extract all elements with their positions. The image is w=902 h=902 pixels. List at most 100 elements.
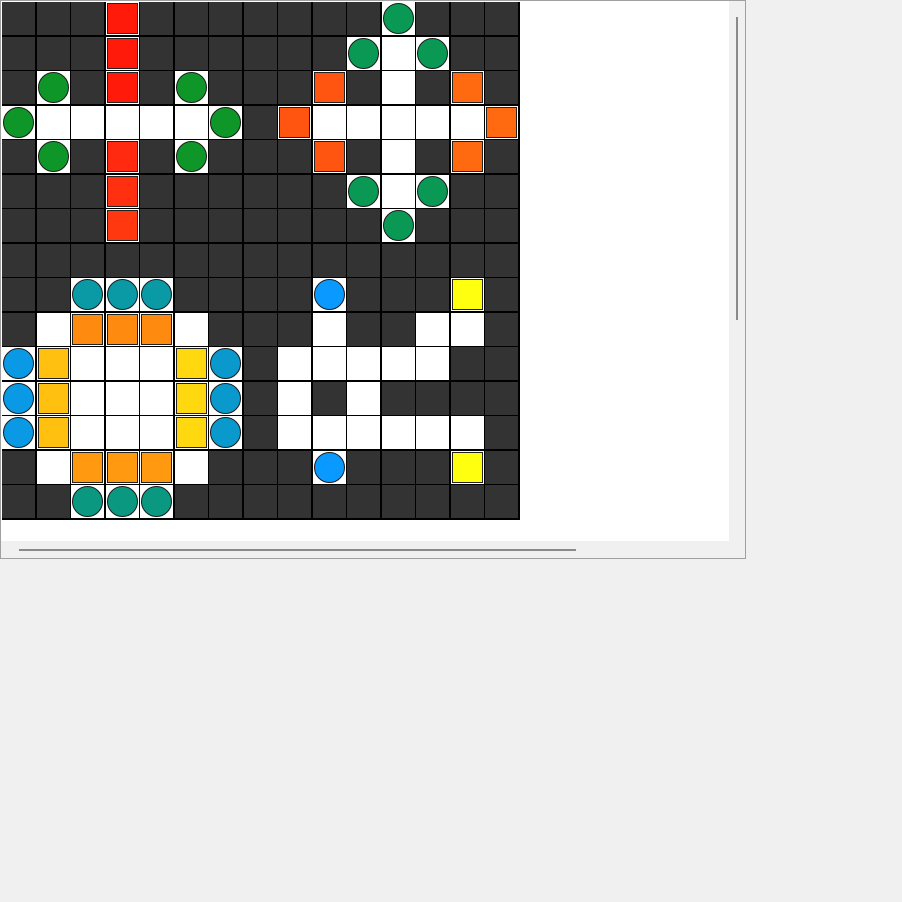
dark-cell[interactable] <box>244 278 277 311</box>
light-cell[interactable] <box>416 106 449 139</box>
light-cell[interactable] <box>313 313 346 346</box>
square-piece[interactable] <box>452 452 483 483</box>
light-cell[interactable] <box>175 140 208 173</box>
dark-cell[interactable] <box>313 2 346 35</box>
dark-cell[interactable] <box>244 451 277 484</box>
light-cell[interactable] <box>106 71 139 104</box>
dark-cell[interactable] <box>209 244 242 277</box>
light-cell[interactable] <box>106 313 139 346</box>
light-cell[interactable] <box>71 313 104 346</box>
circle-piece[interactable] <box>3 417 34 448</box>
dark-cell[interactable] <box>71 209 104 242</box>
light-cell[interactable] <box>485 106 518 139</box>
dark-cell[interactable] <box>347 71 380 104</box>
light-cell[interactable] <box>175 313 208 346</box>
square-piece[interactable] <box>107 314 138 345</box>
light-cell[interactable] <box>175 71 208 104</box>
dark-cell[interactable] <box>416 485 449 518</box>
light-cell[interactable] <box>347 106 380 139</box>
dark-cell[interactable] <box>175 485 208 518</box>
square-piece[interactable] <box>452 72 483 103</box>
light-cell[interactable] <box>106 209 139 242</box>
circle-piece[interactable] <box>72 279 103 310</box>
light-cell[interactable] <box>106 175 139 208</box>
dark-cell[interactable] <box>451 209 484 242</box>
light-cell[interactable] <box>313 278 346 311</box>
dark-cell[interactable] <box>244 106 277 139</box>
dark-cell[interactable] <box>175 2 208 35</box>
light-cell[interactable] <box>347 37 380 70</box>
dark-cell[interactable] <box>347 313 380 346</box>
dark-cell[interactable] <box>278 313 311 346</box>
dark-cell[interactable] <box>140 244 173 277</box>
dark-cell[interactable] <box>2 140 35 173</box>
dark-cell[interactable] <box>244 209 277 242</box>
circle-piece[interactable] <box>3 348 34 379</box>
square-piece[interactable] <box>38 417 69 448</box>
dark-cell[interactable] <box>485 209 518 242</box>
square-piece[interactable] <box>176 348 207 379</box>
light-cell[interactable] <box>416 347 449 380</box>
square-piece[interactable] <box>314 141 345 172</box>
dark-cell[interactable] <box>37 209 70 242</box>
dark-cell[interactable] <box>244 416 277 449</box>
circle-piece[interactable] <box>107 279 138 310</box>
dark-cell[interactable] <box>382 313 415 346</box>
dark-cell[interactable] <box>347 485 380 518</box>
light-cell[interactable] <box>106 416 139 449</box>
dark-cell[interactable] <box>140 2 173 35</box>
light-cell[interactable] <box>382 140 415 173</box>
dark-cell[interactable] <box>71 140 104 173</box>
dark-cell[interactable] <box>313 37 346 70</box>
dark-cell[interactable] <box>451 382 484 415</box>
vertical-scrollbar-thumb[interactable] <box>736 17 738 320</box>
square-piece[interactable] <box>486 107 517 138</box>
light-cell[interactable] <box>175 382 208 415</box>
dark-cell[interactable] <box>485 175 518 208</box>
dark-cell[interactable] <box>37 485 70 518</box>
light-cell[interactable] <box>140 451 173 484</box>
dark-cell[interactable] <box>244 382 277 415</box>
light-cell[interactable] <box>347 175 380 208</box>
light-cell[interactable] <box>2 106 35 139</box>
dark-cell[interactable] <box>382 244 415 277</box>
horizontal-scrollbar-thumb[interactable] <box>19 549 576 551</box>
circle-piece[interactable] <box>210 417 241 448</box>
light-cell[interactable] <box>416 313 449 346</box>
square-piece[interactable] <box>452 141 483 172</box>
dark-cell[interactable] <box>2 313 35 346</box>
dark-cell[interactable] <box>416 140 449 173</box>
circle-piece[interactable] <box>176 141 207 172</box>
horizontal-scrollbar[interactable] <box>1 542 729 557</box>
dark-cell[interactable] <box>175 175 208 208</box>
light-cell[interactable] <box>278 382 311 415</box>
dark-cell[interactable] <box>2 209 35 242</box>
circle-piece[interactable] <box>107 486 138 517</box>
light-cell[interactable] <box>451 71 484 104</box>
square-piece[interactable] <box>176 417 207 448</box>
circle-piece[interactable] <box>141 279 172 310</box>
square-piece[interactable] <box>107 210 138 241</box>
dark-cell[interactable] <box>347 2 380 35</box>
dark-cell[interactable] <box>209 140 242 173</box>
dark-cell[interactable] <box>106 244 139 277</box>
light-cell[interactable] <box>106 485 139 518</box>
circle-piece[interactable] <box>210 348 241 379</box>
light-cell[interactable] <box>106 451 139 484</box>
dark-cell[interactable] <box>382 278 415 311</box>
light-cell[interactable] <box>451 106 484 139</box>
square-piece[interactable] <box>72 314 103 345</box>
light-cell[interactable] <box>382 106 415 139</box>
light-cell[interactable] <box>382 2 415 35</box>
light-cell[interactable] <box>278 106 311 139</box>
dark-cell[interactable] <box>209 175 242 208</box>
circle-piece[interactable] <box>383 210 414 241</box>
dark-cell[interactable] <box>244 175 277 208</box>
circle-piece[interactable] <box>176 72 207 103</box>
circle-piece[interactable] <box>210 383 241 414</box>
dark-cell[interactable] <box>278 485 311 518</box>
dark-cell[interactable] <box>485 485 518 518</box>
light-cell[interactable] <box>106 140 139 173</box>
light-cell[interactable] <box>175 347 208 380</box>
dark-cell[interactable] <box>175 244 208 277</box>
